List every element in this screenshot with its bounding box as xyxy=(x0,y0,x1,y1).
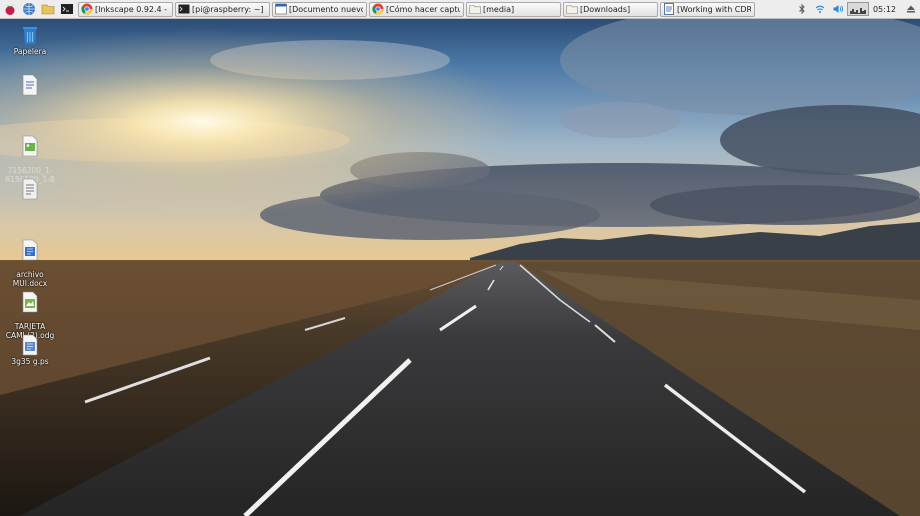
file-manager-icon xyxy=(41,4,54,15)
task-label: [media] xyxy=(483,4,515,14)
docx-file-icon xyxy=(22,239,38,260)
odg-file-icon xyxy=(22,291,38,312)
task-label: [Cómo hacer captura... xyxy=(386,4,460,14)
task-inkscape[interactable]: [Inkscape 0.92.4 - GN... xyxy=(78,1,173,17)
bluetooth-icon xyxy=(799,3,805,15)
desktop-icon-text-file[interactable] xyxy=(2,178,58,202)
eject-icon xyxy=(907,5,915,13)
text-file-icon xyxy=(22,178,38,200)
document-icon xyxy=(275,3,287,15)
task-chrome-capture[interactable]: [Cómo hacer captura... xyxy=(369,1,464,17)
desktop-icon-odg-file[interactable]: TARJETA CAMI (2).odg xyxy=(2,282,58,340)
taskbar: [Inkscape 0.92.4 - GN... [pi@raspberry: … xyxy=(0,0,920,19)
clock[interactable]: 05:12 xyxy=(869,5,902,14)
task-label: [Working with CDR fil... xyxy=(677,4,751,14)
ps-file-icon xyxy=(22,334,38,356)
eject-button[interactable] xyxy=(902,0,920,18)
chrome-icon xyxy=(81,3,93,15)
web-browser-launcher[interactable] xyxy=(19,0,38,18)
task-label: [Inkscape 0.92.4 - GN... xyxy=(95,4,169,14)
volume-button[interactable] xyxy=(829,0,847,18)
desktop-icon-ps-file[interactable]: 3g35 g.ps xyxy=(2,334,58,367)
raspberry-menu-button[interactable] xyxy=(0,0,19,18)
desktop-wallpaper xyxy=(0,0,920,516)
desktop-icon-image-file[interactable]: 7156200_1- 8156100_1-8 xyxy=(2,126,58,184)
task-terminal[interactable]: [pi@raspberry: ~] xyxy=(175,1,270,17)
cpu-monitor-icon xyxy=(849,8,866,14)
desktop-icon-document[interactable] xyxy=(2,74,58,98)
chrome-icon xyxy=(372,3,384,15)
terminal-icon xyxy=(178,4,190,14)
desktop-icon-trash[interactable]: Papelera xyxy=(2,24,58,57)
wifi-button[interactable] xyxy=(811,0,829,18)
bluetooth-button[interactable] xyxy=(793,0,811,18)
system-tray: 05:12 xyxy=(793,0,920,18)
task-downloads[interactable]: [Downloads] xyxy=(563,1,658,17)
wifi-icon xyxy=(815,5,825,13)
task-label: [Documento nuevo 1 ... xyxy=(289,4,363,14)
file-manager-launcher[interactable] xyxy=(38,0,57,18)
task-media[interactable]: [media] xyxy=(466,1,561,17)
task-label: [pi@raspberry: ~] xyxy=(192,4,264,14)
volume-icon xyxy=(833,5,843,13)
web-browser-icon xyxy=(22,3,35,15)
desktop-icon-label: Papelera xyxy=(13,47,47,56)
cpu-monitor[interactable] xyxy=(846,2,869,16)
folder-icon xyxy=(469,5,481,14)
desktop-icon-label: 3g35 g.ps xyxy=(11,357,49,366)
folder-icon xyxy=(566,5,578,14)
terminal-icon xyxy=(60,4,73,14)
image-file-icon xyxy=(22,135,38,156)
task-document[interactable]: [Documento nuevo 1 ... xyxy=(272,1,367,17)
document-icon xyxy=(22,74,38,96)
task-word-document[interactable]: [Working with CDR fil... xyxy=(660,1,755,17)
word-icon xyxy=(664,3,674,15)
terminal-launcher[interactable] xyxy=(57,0,76,18)
task-label: [Downloads] xyxy=(580,4,631,14)
trash-icon xyxy=(23,27,37,44)
raspberry-menu-icon xyxy=(5,5,14,15)
desktop-icon-docx-file[interactable]: archivo MUI.docx xyxy=(2,230,58,288)
